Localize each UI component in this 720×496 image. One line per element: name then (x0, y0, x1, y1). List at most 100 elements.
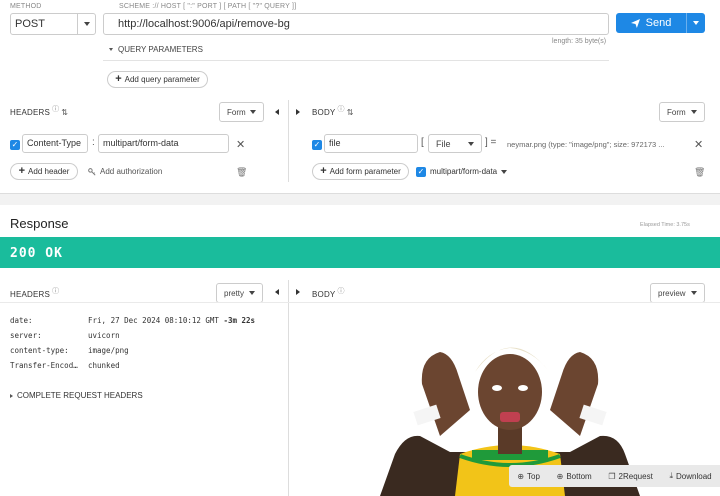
chevron-down-icon (250, 110, 256, 114)
download-button[interactable]: ⤓ Download (669, 471, 711, 481)
response-divider (288, 280, 289, 496)
trash-icon[interactable]: 🗑 (694, 167, 705, 178)
divider (0, 302, 720, 303)
to-request-button[interactable]: ❐ 2Request (608, 472, 652, 481)
to-request-label: 2Request (618, 471, 653, 481)
scroll-top-button[interactable]: ⊕ Top (517, 472, 540, 481)
chevron-down-icon (249, 291, 255, 295)
collapse-left-icon[interactable] (275, 289, 279, 295)
download-label: Download (676, 471, 712, 481)
response-title: Response (10, 216, 69, 231)
response-headers-view-select[interactable]: pretty (216, 283, 263, 303)
encoding-value: multipart/form-data (430, 167, 498, 176)
trash-icon[interactable]: 🗑 (236, 167, 247, 178)
header-row-checkbox[interactable]: ✓ (10, 140, 20, 150)
send-main[interactable]: Send (616, 13, 686, 33)
chevron-down-icon (691, 291, 697, 295)
body-file-value[interactable]: neymar.png (type: "image/png"; size: 972… (507, 140, 665, 149)
add-header-button[interactable]: + Add header (10, 163, 78, 180)
send-options-toggle[interactable] (686, 13, 705, 33)
remove-body-param-icon[interactable]: ✕ (694, 138, 703, 151)
add-authorization-label: Add authorization (100, 167, 163, 176)
body-bracket-open: [ (421, 137, 424, 148)
info-icon: ⓘ (337, 106, 345, 113)
status-bar: 200 OK (0, 237, 720, 268)
body-format-value: Form (667, 107, 686, 117)
chevron-down-icon (84, 22, 90, 26)
response-body-title: BODY ⓘ (312, 288, 345, 299)
response-body-label: BODY (312, 289, 336, 299)
info-icon: ⓘ (52, 288, 60, 295)
scroll-top-label: Top (527, 471, 540, 481)
remove-header-icon[interactable]: ✕ (236, 138, 245, 151)
collapse-right-icon[interactable] (296, 109, 300, 115)
chevron-down-icon (501, 169, 508, 174)
headers-format-select[interactable]: Form (219, 102, 264, 122)
body-section-title: BODY ⓘ ⇅ (312, 106, 354, 117)
send-button[interactable]: Send (616, 13, 705, 33)
info-icon: ⓘ (337, 288, 345, 295)
sort-icon[interactable]: ⇅ (347, 108, 354, 117)
plus-icon: + (320, 165, 327, 177)
add-header-label: Add header (28, 167, 70, 176)
response-header-value: Fri, 27 Dec 2024 08:10:12 GMT -3m 22s (88, 316, 255, 325)
method-dropdown-toggle[interactable] (77, 14, 95, 34)
body-type-select[interactable]: File (428, 134, 482, 153)
chevron-down-icon (693, 21, 699, 25)
response-body-view-value: preview (658, 288, 686, 298)
info-icon: ⓘ (52, 106, 60, 113)
body-key-input[interactable]: file (324, 134, 418, 153)
plus-icon: + (18, 165, 26, 177)
chevron-down-icon (691, 110, 697, 114)
add-query-parameter-button[interactable]: + Add query parameter (107, 71, 208, 88)
response-headers-view-value: pretty (224, 288, 245, 298)
request-panel: METHOD POST SCHEME :// HOST [ ":" PORT ]… (0, 0, 720, 194)
scroll-bottom-button[interactable]: ⊕ Bottom (557, 472, 592, 481)
encoding-select[interactable]: multipart/form-data (430, 167, 508, 176)
send-label: Send (645, 17, 672, 29)
header-key-input[interactable]: Content-Type (22, 134, 88, 153)
triangle-right-icon (10, 393, 13, 398)
body-format-select[interactable]: Form (659, 102, 705, 122)
download-icon: ⤓ (669, 471, 674, 480)
headers-format-value: Form (227, 107, 246, 117)
response-header-key: Transfer-Encod… (10, 361, 78, 370)
headers-title: HEADERS (10, 107, 51, 117)
url-length: length: 35 byte(s) (552, 38, 607, 45)
collapse-right-icon[interactable] (296, 289, 300, 295)
complete-request-headers-toggle[interactable]: COMPLETE REQUEST HEADERS (10, 391, 143, 400)
status-code: 200 OK (10, 246, 63, 261)
encoding-checkbox[interactable]: ✓ (416, 167, 426, 177)
body-title: BODY (312, 107, 336, 117)
response-header-key: server: (10, 331, 42, 340)
response-header-key: date: (10, 316, 33, 325)
add-form-parameter-label: Add form parameter (329, 167, 401, 176)
scroll-bottom-label: Bottom (566, 471, 592, 481)
copy-icon: ❐ (608, 471, 616, 481)
url-input[interactable] (103, 13, 609, 35)
key-icon (88, 167, 96, 176)
method-select[interactable]: POST (10, 13, 96, 35)
plus-icon: + (115, 73, 122, 85)
body-type-value: File (436, 138, 451, 149)
response-body-view-select[interactable]: preview (650, 283, 705, 303)
response-header-value: uvicorn (88, 331, 120, 340)
divider (103, 60, 609, 61)
body-row-checkbox[interactable]: ✓ (312, 140, 322, 150)
collapse-left-icon[interactable] (275, 109, 279, 115)
chevron-down-icon (468, 141, 474, 146)
panel-divider (288, 100, 289, 182)
body-bracket-close: ] = (485, 137, 497, 148)
sort-icon[interactable]: ⇅ (61, 108, 68, 117)
complete-request-headers-label: COMPLETE REQUEST HEADERS (17, 391, 143, 400)
query-parameters-toggle[interactable]: QUERY PARAMETERS (109, 45, 203, 54)
arrow-up-icon: ⊕ (517, 471, 525, 481)
add-authorization-button[interactable]: Add authorization (88, 167, 162, 176)
add-form-parameter-button[interactable]: + Add form parameter (312, 163, 409, 180)
response-header-key: content-type: (10, 346, 69, 355)
triangle-down-icon (109, 48, 113, 51)
response-headers-title: HEADERS ⓘ (10, 288, 60, 299)
header-value-input[interactable]: multipart/form-data (98, 134, 229, 153)
date-value: Fri, 27 Dec 2024 08:10:12 GMT (88, 316, 219, 325)
elapsed-time: Elapsed Time: 3.75s (640, 222, 690, 228)
